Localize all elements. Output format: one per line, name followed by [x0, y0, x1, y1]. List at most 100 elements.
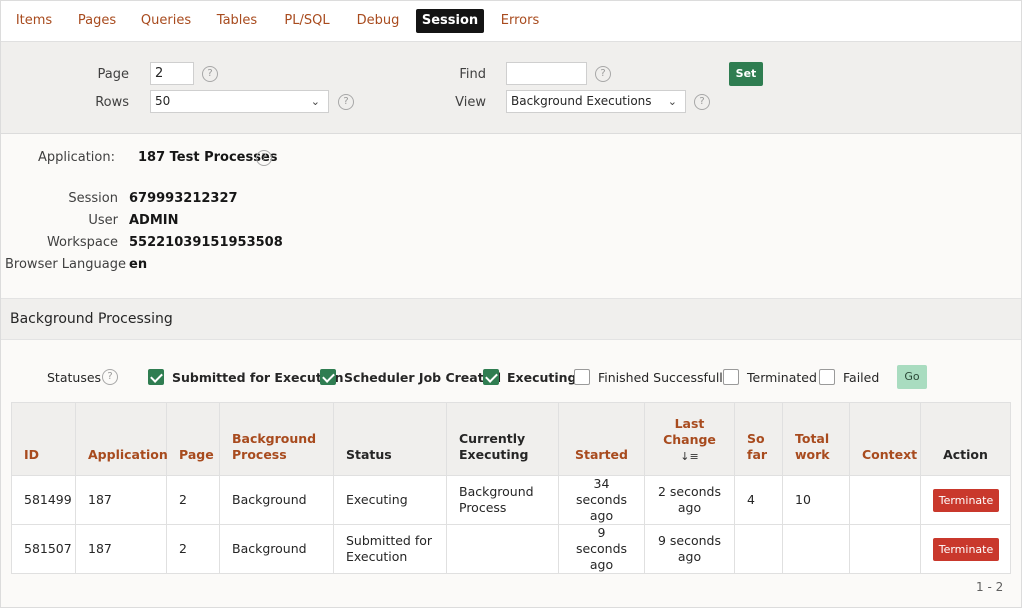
cell-context — [849, 475, 921, 525]
application-help-icon[interactable]: ? — [256, 150, 272, 166]
browser-language-label: Browser Language — [5, 257, 126, 272]
view-help-icon[interactable]: ? — [694, 94, 710, 110]
page-input[interactable] — [150, 62, 194, 85]
cell-application: 187 — [75, 524, 167, 574]
cell-total-work: 10 — [782, 475, 850, 525]
checkbox-finished[interactable] — [574, 369, 590, 385]
terminate-button[interactable]: Terminate — [933, 537, 999, 561]
cell-id: 581507 — [11, 524, 76, 574]
checkbox-terminated[interactable] — [723, 369, 739, 385]
cell-so-far — [734, 524, 783, 574]
session-label: Session — [68, 191, 118, 206]
tab-errors[interactable]: Errors — [498, 9, 542, 33]
checkbox-scheduler-job[interactable] — [320, 369, 336, 385]
col-background-process[interactable]: Background Process — [219, 402, 334, 476]
cell-so-far: 4 — [734, 475, 783, 525]
rows-select[interactable]: 50 ⌄ — [150, 90, 329, 113]
cell-process: Background — [219, 524, 334, 574]
cell-context — [849, 524, 921, 574]
view-select-value: Background Executions — [511, 94, 652, 108]
statuses-help-icon[interactable]: ? — [102, 369, 118, 385]
checkbox-executing-label[interactable]: Executing — [507, 370, 577, 385]
application-label: Application: — [37, 150, 115, 165]
tab-session[interactable]: Session — [416, 9, 484, 33]
page-help-icon[interactable]: ? — [202, 66, 218, 82]
terminate-button[interactable]: Terminate — [933, 488, 999, 512]
sort-descending-icon: ↓≡ — [680, 450, 699, 463]
cell-last-change: 9 seconds ago — [644, 524, 735, 574]
find-label: Find — [459, 67, 486, 82]
checkbox-terminated-label[interactable]: Terminated — [747, 370, 817, 385]
view-select[interactable]: Background Executions ⌄ — [506, 90, 686, 113]
checkbox-submitted[interactable] — [148, 369, 164, 385]
cell-id: 581499 — [11, 475, 76, 525]
filter-panel: Page ? Rows 50 ⌄ ? Find ? View Backgroun… — [1, 42, 1021, 134]
rows-help-icon[interactable]: ? — [338, 94, 354, 110]
cell-started: 34 seconds ago — [558, 475, 645, 525]
cell-last-line1: 2 seconds — [657, 484, 722, 499]
find-help-icon[interactable]: ? — [595, 66, 611, 82]
session-value: 679993212327 — [129, 191, 238, 206]
col-curr-line1: Currently — [459, 431, 526, 446]
col-application[interactable]: Application — [75, 402, 168, 476]
background-executions-table: ID Application Page Background Process St… — [11, 402, 1011, 574]
cell-currently-executing: Background Process — [446, 475, 559, 525]
col-last-change[interactable]: Last Change ↓≡ — [644, 402, 735, 476]
col-so-far[interactable]: So far — [734, 402, 783, 476]
cell-started-line2: ago — [589, 508, 614, 523]
checkbox-finished-label[interactable]: Finished Successfully — [598, 370, 730, 385]
cell-started-line2: ago — [589, 557, 614, 572]
col-status: Status — [333, 402, 447, 476]
col-so-line2: far — [747, 447, 768, 462]
cell-status: Executing — [333, 475, 447, 525]
cell-curr-line2: Process — [459, 500, 507, 515]
cell-currently-executing — [446, 524, 559, 574]
col-total-line2: work — [795, 447, 830, 462]
statuses-label: Statuses — [47, 370, 102, 385]
chevron-down-icon: ⌄ — [667, 95, 677, 108]
cell-curr-line1: Background — [459, 484, 534, 499]
user-label: User — [88, 213, 118, 228]
rows-select-value: 50 — [155, 94, 171, 108]
col-bg-line2: Process — [232, 447, 287, 462]
checkbox-executing[interactable] — [483, 369, 499, 385]
col-id[interactable]: ID — [11, 402, 76, 476]
checkbox-scheduler-job-label[interactable]: Scheduler Job Created — [344, 370, 501, 385]
workspace-value: 55221039151953508 — [129, 235, 283, 250]
cell-total-work — [782, 524, 850, 574]
tab-tables[interactable]: Tables — [213, 9, 261, 33]
tab-plsql[interactable]: PL/SQL — [280, 9, 334, 33]
col-total-work[interactable]: Total work — [782, 402, 850, 476]
col-total-line1: Total — [795, 431, 830, 446]
checkbox-failed[interactable] — [819, 369, 835, 385]
tab-items[interactable]: Items — [12, 9, 56, 33]
tab-pages[interactable]: Pages — [75, 9, 119, 33]
cell-action: Terminate — [920, 524, 1011, 574]
find-input[interactable] — [506, 62, 587, 85]
cell-page: 2 — [166, 524, 220, 574]
set-button[interactable]: Set — [729, 62, 763, 86]
col-currently-executing: Currently Executing — [446, 402, 559, 476]
workspace-label: Workspace — [46, 235, 118, 250]
cell-status-line2: Execution — [346, 549, 408, 564]
col-context[interactable]: Context — [849, 402, 921, 476]
table-row: 581499 187 2 Background Executing Backgr… — [11, 475, 1011, 525]
tab-debug[interactable]: Debug — [354, 9, 402, 33]
cell-process: Background — [219, 475, 334, 525]
cell-status: Submitted for Execution — [333, 524, 447, 574]
cell-last-line2: ago — [677, 500, 702, 515]
col-so-line1: So — [747, 431, 765, 446]
region-title: Background Processing — [10, 311, 173, 327]
cell-application: 187 — [75, 475, 167, 525]
checkbox-failed-label[interactable]: Failed — [843, 370, 879, 385]
checkbox-submitted-label[interactable]: Submitted for Execution — [172, 370, 344, 385]
col-page[interactable]: Page — [166, 402, 220, 476]
cell-started-line1: 34 seconds — [575, 476, 628, 507]
col-started[interactable]: Started — [558, 402, 645, 476]
page-label: Page — [97, 67, 129, 82]
cell-started-line1: 9 seconds — [575, 525, 628, 556]
go-button[interactable]: Go — [897, 365, 927, 389]
user-value: ADMIN — [129, 213, 179, 228]
tab-queries[interactable]: Queries — [139, 9, 193, 33]
col-last-line1: Last — [674, 416, 705, 431]
